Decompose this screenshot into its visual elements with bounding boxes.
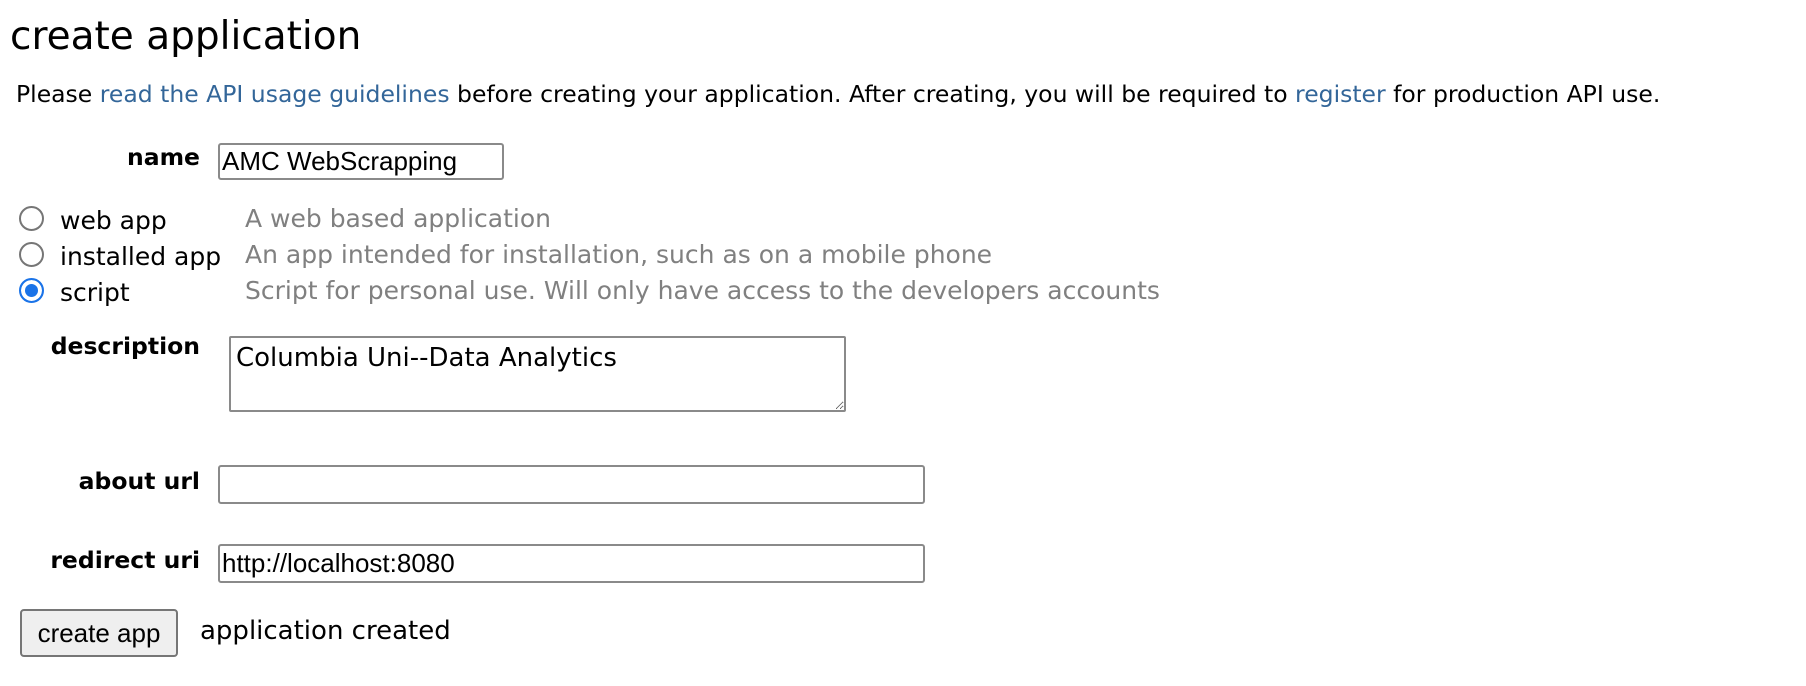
intro-text-middle: before creating your application. After …: [449, 80, 1296, 108]
installed-app-radio[interactable]: [19, 242, 44, 267]
web-app-hint: A web based application: [245, 204, 552, 233]
description-label: description: [50, 332, 200, 360]
status-message: application created: [200, 616, 451, 646]
name-input[interactable]: [218, 143, 504, 180]
app-type-option-installed-app[interactable]: installed app An app intended for instal…: [19, 239, 1179, 273]
intro-text-before: Please: [16, 80, 100, 108]
script-radio[interactable]: [19, 278, 44, 303]
api-guidelines-link[interactable]: read the API usage guidelines: [100, 80, 450, 108]
about-url-input[interactable]: [218, 465, 925, 504]
page-title: create application: [10, 14, 362, 59]
app-type-option-script[interactable]: script Script for personal use. Will onl…: [19, 275, 1179, 309]
web-app-radio[interactable]: [19, 206, 44, 231]
installed-app-hint: An app intended for installation, such a…: [245, 240, 993, 269]
intro-text: Please read the API usage guidelines bef…: [16, 78, 1660, 110]
web-app-label: web app: [60, 206, 167, 235]
name-label: name: [126, 143, 200, 171]
description-textarea[interactable]: Columbia Uni--Data Analytics: [229, 336, 846, 412]
register-link[interactable]: register: [1295, 80, 1386, 108]
redirect-uri-input[interactable]: [218, 544, 925, 583]
app-type-option-web-app[interactable]: web app A web based application: [19, 203, 1179, 237]
create-app-button[interactable]: create app: [20, 609, 178, 657]
intro-text-after: for production API use.: [1385, 80, 1661, 108]
script-label: script: [60, 278, 130, 307]
script-hint: Script for personal use. Will only have …: [245, 276, 1160, 305]
about-url-label: about url: [78, 467, 200, 495]
installed-app-label: installed app: [60, 242, 222, 271]
redirect-uri-label: redirect uri: [50, 546, 200, 574]
